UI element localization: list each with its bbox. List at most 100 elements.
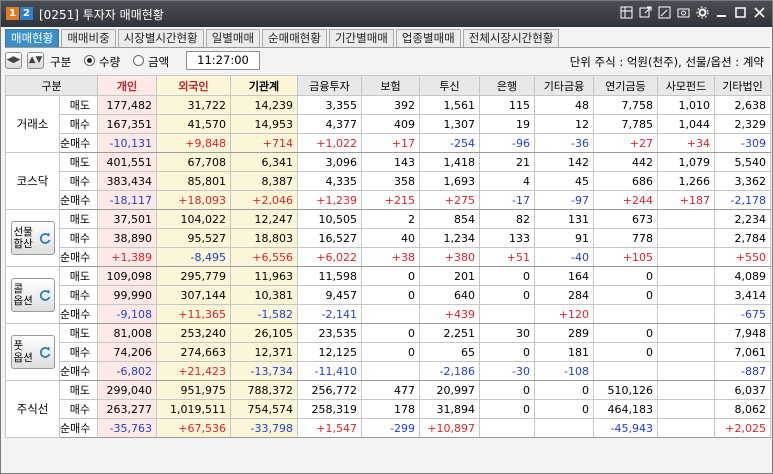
table-row: 선물 합산 매도 37,501 104,022 12,247 10,505 2 854 82 13… xyxy=(5,209,771,267)
tab-trading-status[interactable]: 매매현황 xyxy=(5,29,60,48)
value-cell: 401,551 xyxy=(97,152,157,172)
group-cell[interactable]: 선물 합산 xyxy=(5,209,60,267)
group-cell[interactable]: 콜 옵션 xyxy=(5,266,60,324)
minimize-icon[interactable] xyxy=(715,6,728,19)
gear-icon[interactable] xyxy=(696,6,709,19)
group-toggle-button[interactable]: 선물 합산 xyxy=(10,221,55,255)
value-cell: -6,802 xyxy=(97,361,157,381)
value-cell: 131 xyxy=(534,209,594,229)
value-cell: +105 xyxy=(593,247,658,267)
table-row: 매수 38,890 95,527 18,803 16,527 40 1,234 133 91 77… xyxy=(6,228,771,248)
value-cell: 0 xyxy=(361,285,420,305)
prev-arrow-icon[interactable]: ◀▶ xyxy=(5,52,22,69)
qty-radio[interactable] xyxy=(84,55,95,66)
value-cell: 2,638 xyxy=(714,95,771,115)
column-header-institution[interactable]: 기관계 xyxy=(230,75,298,96)
column-header-insurance[interactable]: 보험 xyxy=(361,75,420,96)
row-label: 순매수 xyxy=(59,190,98,210)
value-cell: 178 xyxy=(361,399,420,419)
value-cell: 31,722 xyxy=(156,95,231,115)
maximize-icon[interactable] xyxy=(734,6,747,19)
qty-radio-label[interactable]: 수량 xyxy=(99,54,120,70)
screen-badge-1[interactable]: 1 xyxy=(6,7,19,20)
camera-icon[interactable] xyxy=(677,6,690,19)
tab-daily-trading[interactable]: 일별매매 xyxy=(205,29,261,48)
column-header-other-finance[interactable]: 기타금융 xyxy=(534,75,594,96)
value-cell: 12,371 xyxy=(230,342,298,362)
column-header-individual[interactable]: 개인 xyxy=(97,75,157,96)
amount-radio-label[interactable]: 금액 xyxy=(148,54,169,70)
value-cell: 16,527 xyxy=(297,228,362,248)
row-label: 매도 xyxy=(59,152,98,172)
value-cell: 1,079 xyxy=(657,152,715,172)
row-label: 매수 xyxy=(59,285,98,305)
value-cell: +9,848 xyxy=(156,133,231,153)
table-row: 매수 167,351 41,570 14,953 4,377 409 1,307 19 12 7,… xyxy=(6,114,771,134)
value-cell: +51 xyxy=(479,247,535,267)
row-label: 매도 xyxy=(59,209,98,229)
value-cell: 2,251 xyxy=(419,323,480,343)
value-cell xyxy=(657,228,715,248)
value-cell: 2,234 xyxy=(714,209,771,229)
column-header-financial-invest[interactable]: 금융투자 xyxy=(297,75,362,96)
group-label: 풋 옵션 xyxy=(13,340,33,364)
link-icon[interactable] xyxy=(639,6,652,19)
value-cell: +38 xyxy=(361,247,420,267)
value-cell xyxy=(657,247,715,267)
value-cell: +187 xyxy=(657,190,715,210)
value-cell: 274,663 xyxy=(156,342,231,362)
value-cell: 754,574 xyxy=(230,399,298,419)
row-label: 매수 xyxy=(59,114,98,134)
value-cell: 0 xyxy=(479,399,535,419)
row-label: 순매수 xyxy=(59,304,98,324)
tab-trading-ratio[interactable]: 매매비중 xyxy=(61,29,116,48)
group-toggle-button[interactable]: 콜 옵션 xyxy=(10,278,55,312)
table-row: 순매수 -9,108 +11,365 -1,582 -2,141 +439 +120 -675 xyxy=(6,304,771,324)
row-label: 매수 xyxy=(59,171,98,191)
row-label: 순매수 xyxy=(59,133,98,153)
row-label: 매수 xyxy=(59,228,98,248)
value-cell: 4 xyxy=(479,171,535,191)
column-header-bank[interactable]: 은행 xyxy=(479,75,535,96)
column-header-other-corp[interactable]: 기타법인 xyxy=(714,75,771,96)
value-cell: 164 xyxy=(534,266,594,286)
group-toggle-button[interactable]: 풋 옵션 xyxy=(10,335,55,369)
column-header-private-fund[interactable]: 사모펀드 xyxy=(657,75,715,96)
table-row: 순매수 -35,763 +67,536 -33,798 +1,547 -299 +10,89… xyxy=(6,418,771,438)
group-label: 콜 옵션 xyxy=(13,283,33,307)
unit-note: 단위 주식 : 억원(천주), 선물/옵션 : 계약 xyxy=(569,55,764,69)
tab-sector-trading[interactable]: 업종별매매 xyxy=(395,29,461,48)
table-row: 풋 옵션 매도 81,008 253,240 26,105 23,535 0 2,251 30 2… xyxy=(5,323,771,381)
tab-all-market-time[interactable]: 전체시장시간현황 xyxy=(462,29,560,48)
group-cell[interactable]: 풋 옵션 xyxy=(5,323,60,381)
value-cell: 12,247 xyxy=(230,209,298,229)
tab-net-trading[interactable]: 순매매현황 xyxy=(262,29,327,48)
amount-radio[interactable] xyxy=(133,55,144,66)
value-cell: -30 xyxy=(479,361,535,381)
tab-period-trading[interactable]: 기간별매매 xyxy=(328,29,394,48)
value-cell xyxy=(657,418,715,438)
row-label: 매수 xyxy=(59,342,98,362)
table-row: 코스닥 매도 401,551 67,708 6,341 3,096 143 1,418 21 14… xyxy=(5,152,771,210)
value-cell: 0 xyxy=(361,266,420,286)
table-row: 순매수 -6,802 +21,423 -13,734 -11,410 -2,186 -30-… xyxy=(6,361,771,381)
column-header-trust[interactable]: 투신 xyxy=(419,75,480,96)
value-cell: 5,540 xyxy=(714,152,771,172)
value-cell: 1,044 xyxy=(657,114,715,134)
column-header-foreign[interactable]: 외국인 xyxy=(156,75,231,96)
close-icon[interactable] xyxy=(753,6,766,19)
screen-badge-2[interactable]: 2 xyxy=(20,7,33,20)
up-down-arrow-icon[interactable]: ▲▼ xyxy=(27,52,44,69)
table-row: 순매수 +1,389 -8,495 +6,556 +6,022 +38 +380 +51 -40… xyxy=(6,247,771,267)
column-header-pension[interactable]: 연기금등 xyxy=(593,75,658,96)
tab-market-time-status[interactable]: 시장별시간현황 xyxy=(117,29,204,48)
value-cell: 2,329 xyxy=(714,114,771,134)
value-cell: 1,693 xyxy=(419,171,480,191)
table-row: 매수 74,206 274,663 12,371 12,125 0 65 0 181 0 7,061 xyxy=(6,342,771,362)
time-input[interactable]: 11:27:00 xyxy=(186,51,260,70)
edit-icon[interactable] xyxy=(658,6,671,19)
grid-icon[interactable] xyxy=(620,6,633,19)
group-cell: 코스닥 xyxy=(5,152,60,210)
value-cell: 284 xyxy=(534,285,594,305)
value-cell: 67,708 xyxy=(156,152,231,172)
